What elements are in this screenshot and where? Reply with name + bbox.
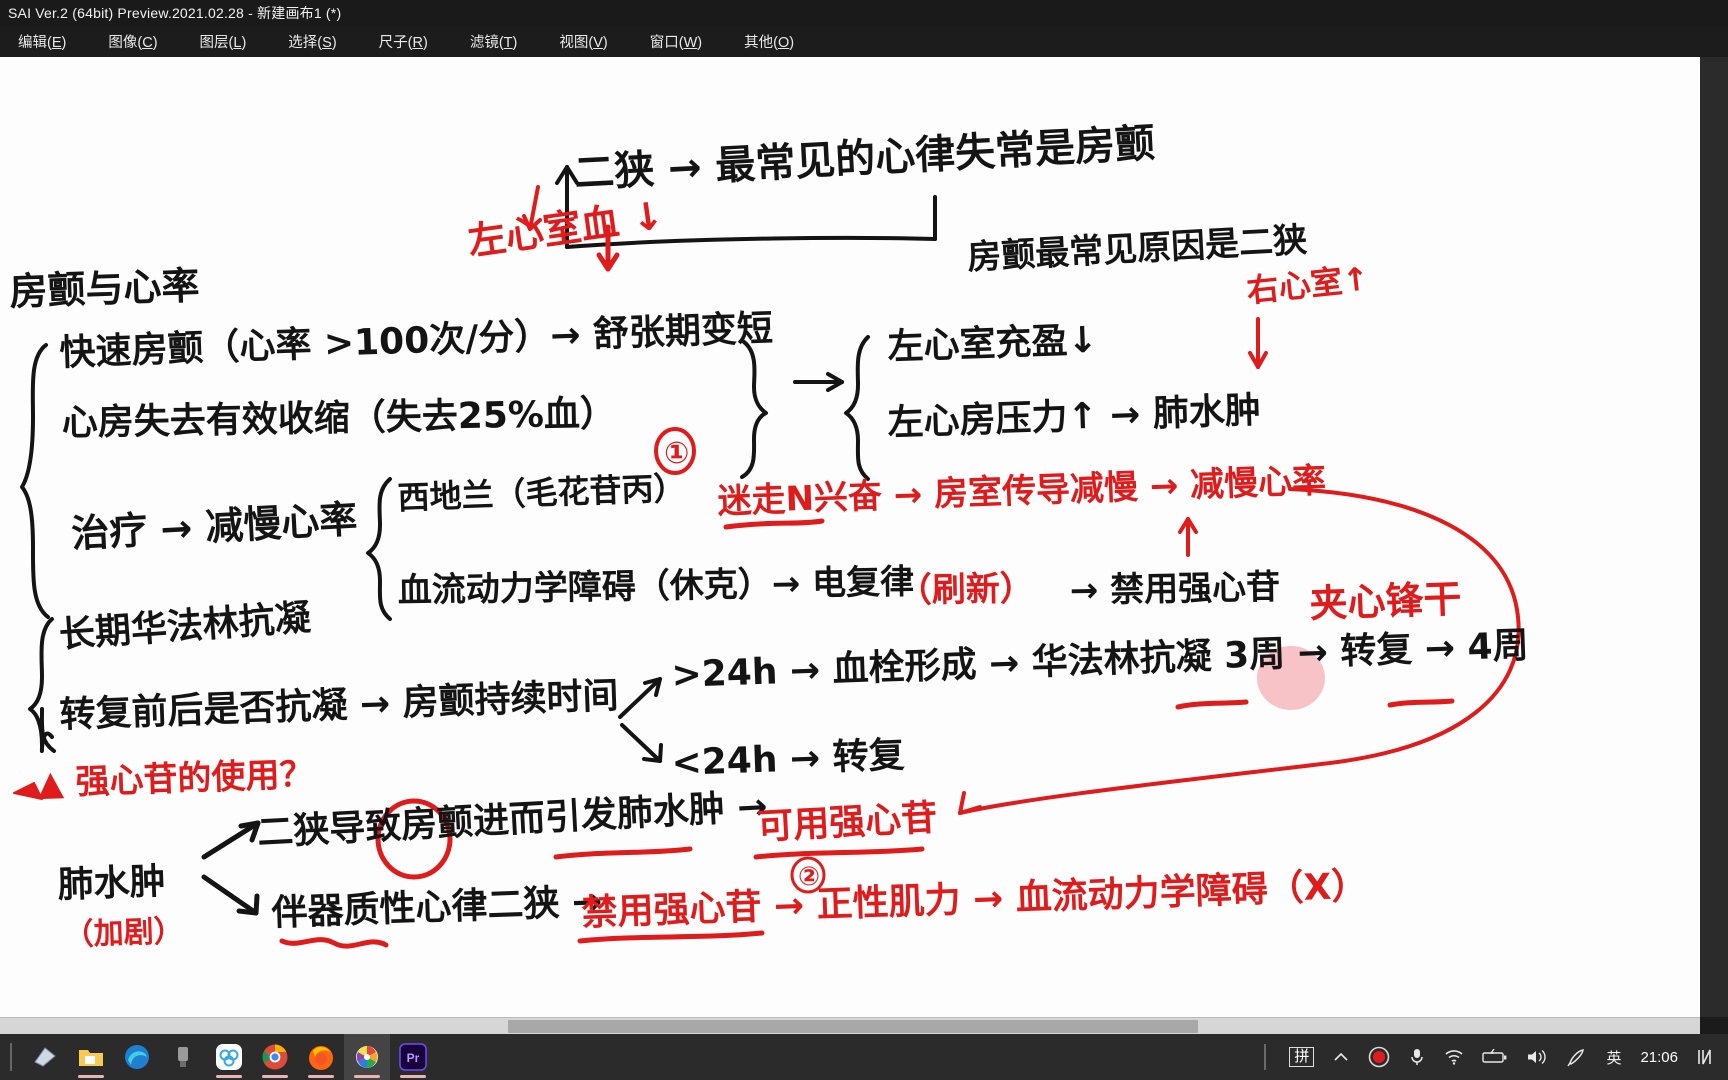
menu-item-other[interactable]: 其他(O) (730, 31, 808, 52)
taskbar-running-indicator (216, 1075, 242, 1078)
note-n10: 治疗 → 减慢心率 (70, 497, 358, 556)
note-texts: 二狭 → 最常见的心律失常是房颤 左心室血 ↓ 房颤最常见原因是二狭 右心室↑ … (9, 121, 1529, 953)
note-n09: 左心房压力↑ → 肺水肿 (887, 390, 1262, 444)
taskbar-app-adobe-premiere-pro[interactable]: Pr (390, 1034, 436, 1080)
note-n17: 长期华法林抗凝 (58, 597, 312, 656)
menu-item-view[interactable]: 视图(V) (545, 31, 621, 52)
taskbar-running-indicator (308, 1075, 334, 1078)
taskbar-running-indicator (354, 1075, 380, 1078)
wifi-icon[interactable] (1435, 1034, 1473, 1080)
canvas-viewport[interactable]: 二狭 → 最常见的心律失常是房颤 左心室血 ↓ 房颤最常见原因是二狭 右心室↑ … (0, 57, 1728, 1017)
note-n27: 伴器质性心律二狭 → (270, 881, 603, 934)
note-n23: 二狭导致房颤进而引发肺水肿 → (256, 786, 768, 854)
note-n11: 西地兰（毛花苷丙） (397, 469, 686, 517)
note-n01: 二狭 → 最常见的心律失常是房颤 (573, 121, 1156, 197)
window-title-bar: SAI Ver.2 (64bit) Preview.2021.02.28 - 新… (0, 0, 1728, 26)
taskbar-app-file-explorer[interactable] (68, 1034, 114, 1080)
taskbar-app-area: Pr (0, 1034, 436, 1080)
note-n25: 肺水肿 (57, 861, 166, 906)
taskbar-running-indicator (78, 1075, 104, 1078)
window-title: SAI Ver.2 (64bit) Preview.2021.02.28 - 新… (8, 5, 342, 21)
taskbar-app-google-chrome[interactable] (252, 1034, 298, 1080)
taskbar-app-usb-device[interactable] (160, 1034, 206, 1080)
note-n15: （刷新） (897, 569, 1034, 611)
taskbar-app-sticky-notes[interactable] (22, 1034, 68, 1080)
sai-application-window: SAI Ver.2 (64bit) Preview.2021.02.28 - 新… (0, 0, 1728, 1080)
screen-recorder-icon[interactable] (1359, 1034, 1399, 1080)
menu-bar: 编辑(E) 图像(C) 图层(L) 选择(S) 尺子(R) 滤镜(T) 视图(V… (0, 26, 1728, 58)
note-n29-circled-two: ② (798, 862, 820, 892)
vertical-scrollbar[interactable] (1700, 57, 1728, 1017)
horizontal-scrollbar[interactable] (0, 1017, 1700, 1035)
note-n26: （加剧） (63, 914, 184, 953)
note-n06: 快速房颤（心率 >100次/分）→ 舒张期变短 (59, 307, 774, 374)
windows-taskbar: Pr 拼 英 21:06 (0, 1034, 1728, 1080)
taskbar-running-indicator (400, 1075, 426, 1078)
ime-pinyin-label: 拼 (1289, 1047, 1315, 1067)
menu-item-layer[interactable]: 图层(L) (186, 31, 261, 52)
note-n21: 夹心锋干 (1309, 577, 1462, 626)
taskbar-app-microsoft-edge[interactable] (114, 1034, 160, 1080)
note-n04: 右心室↑ (1245, 259, 1371, 310)
taskbar-clock[interactable]: 21:06 (1630, 1049, 1688, 1066)
note-n08: 左心室充盈↓ (887, 320, 1098, 368)
note-n18: 转复前后是否抗凝 → 房颤持续时间 (59, 675, 619, 736)
menu-item-image[interactable]: 图像(C) (94, 31, 171, 52)
ime-english-label[interactable]: 英 (1597, 1034, 1630, 1080)
handwritten-notes-layer: 二狭 → 最常见的心律失常是房颤 左心室血 ↓ 房颤最常见原因是二狭 右心室↑ … (9, 121, 1529, 953)
note-n07: 心房失去有效收缩（失去25%血） (61, 393, 616, 444)
notification-center-icon[interactable] (1688, 1034, 1724, 1080)
note-n22: ▲ 强心苷的使用？ (37, 754, 314, 804)
tray-divider (1264, 1044, 1270, 1070)
svg-text:Pr: Pr (407, 1051, 420, 1065)
taskbar-app-mozilla-firefox[interactable] (298, 1034, 344, 1080)
note-n12: 迷走N兴奋 → 房室传导减慢 → 减慢心率 (717, 461, 1327, 522)
menu-item-window[interactable]: 窗口(W) (636, 31, 716, 52)
system-tray: 拼 英 21:06 (1264, 1034, 1724, 1080)
taskbar-app-clover-browser[interactable] (206, 1034, 252, 1080)
microphone-icon[interactable] (1399, 1034, 1435, 1080)
note-n20: <24h → 转复 (671, 735, 905, 784)
taskbar-running-indicator (262, 1075, 288, 1078)
ime-pinyin-icon[interactable]: 拼 (1280, 1034, 1323, 1080)
taskbar-divider (10, 1043, 16, 1071)
menu-item-select[interactable]: 选择(S) (274, 31, 350, 52)
horizontal-scroll-thumb[interactable] (508, 1020, 1198, 1033)
note-n13-circled-one: ① (664, 436, 689, 471)
taskbar-app-paint-tool-sai[interactable] (344, 1034, 390, 1080)
note-n14: 血流动力学障碍（休克）→ 电复律 (397, 562, 914, 611)
note-n28: 禁用强心苷 → 正性肌力 → 血流动力学障碍（X） (581, 865, 1368, 934)
pen-tool-icon[interactable] (1557, 1034, 1597, 1080)
menu-item-filter[interactable]: 滤镜(T) (456, 31, 532, 52)
volume-icon[interactable] (1517, 1034, 1557, 1080)
battery-icon[interactable] (1473, 1034, 1517, 1080)
note-n19: >24h → 血栓形成 → 华法林抗凝 3周 → 转复 → 4周 (671, 624, 1529, 696)
note-n24: 可用强心苷 (756, 798, 938, 848)
menu-item-edit[interactable]: 编辑(E) (4, 31, 80, 52)
note-n03: 房颤最常见原因是二狭 (966, 220, 1308, 278)
show-hidden-icons-chevron-up-icon[interactable] (1323, 1034, 1359, 1080)
note-n05: 房颤与心率 (9, 263, 200, 314)
menu-item-ruler[interactable]: 尺子(R) (365, 31, 442, 52)
note-n16: → 禁用强心苷 (1069, 567, 1280, 611)
drawing-canvas[interactable]: 二狭 → 最常见的心律失常是房颤 左心室血 ↓ 房颤最常见原因是二狭 右心室↑ … (0, 57, 1728, 1017)
